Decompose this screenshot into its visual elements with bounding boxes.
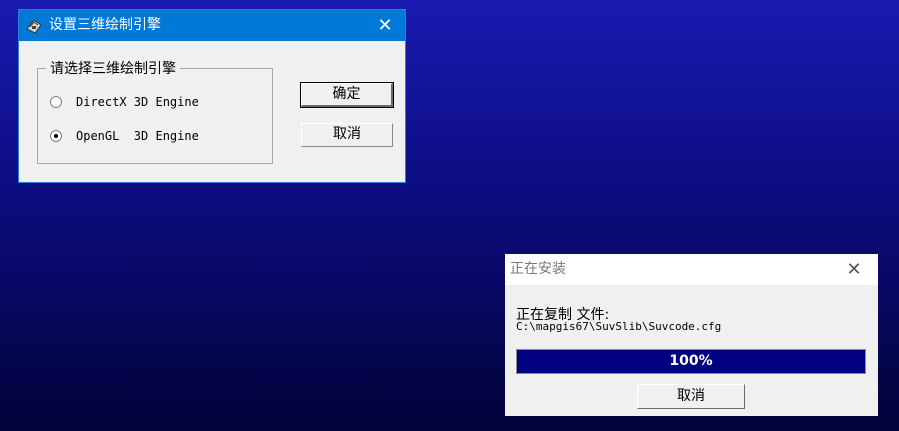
- install-cancel-button[interactable]: 取消: [637, 384, 745, 409]
- option-opengl[interactable]: OpenGL 3D Engine: [50, 129, 199, 143]
- cancel-button[interactable]: 取消: [301, 123, 393, 147]
- opengl-radio[interactable]: [50, 130, 62, 142]
- close-icon[interactable]: ✕: [834, 254, 874, 285]
- opengl-label: OpenGL 3D Engine: [76, 129, 199, 143]
- 3d-engine-icon: [26, 19, 42, 34]
- progress-text: 100%: [669, 353, 713, 369]
- progress-bar: 100%: [516, 349, 866, 374]
- install-dialog-title-bar[interactable]: 正在安装 ✕: [505, 254, 878, 285]
- directx-radio[interactable]: [50, 96, 62, 108]
- file-path: C:\mapgis67\SuvSlib\Suvcode.cfg: [516, 320, 722, 333]
- ok-button[interactable]: 确定: [301, 83, 393, 107]
- engine-dialog: 设置三维绘制引擎 ✕ 请选择三维绘制引擎 DirectX 3D Engine O…: [18, 9, 406, 183]
- install-dialog-title: 正在安装: [510, 261, 566, 277]
- engine-group-label: 请选择三维绘制引擎: [46, 58, 180, 78]
- close-icon[interactable]: ✕: [365, 10, 405, 41]
- install-dialog: 正在安装 ✕ 正在复制 文件: C:\mapgis67\SuvSlib\Suvc…: [505, 254, 878, 416]
- engine-dialog-title-bar[interactable]: 设置三维绘制引擎 ✕: [19, 10, 405, 41]
- option-directx[interactable]: DirectX 3D Engine: [50, 95, 199, 109]
- engine-choice-group: 请选择三维绘制引擎 DirectX 3D Engine OpenGL 3D En…: [37, 58, 273, 164]
- directx-label: DirectX 3D Engine: [76, 95, 199, 109]
- engine-dialog-title: 设置三维绘制引擎: [49, 17, 161, 33]
